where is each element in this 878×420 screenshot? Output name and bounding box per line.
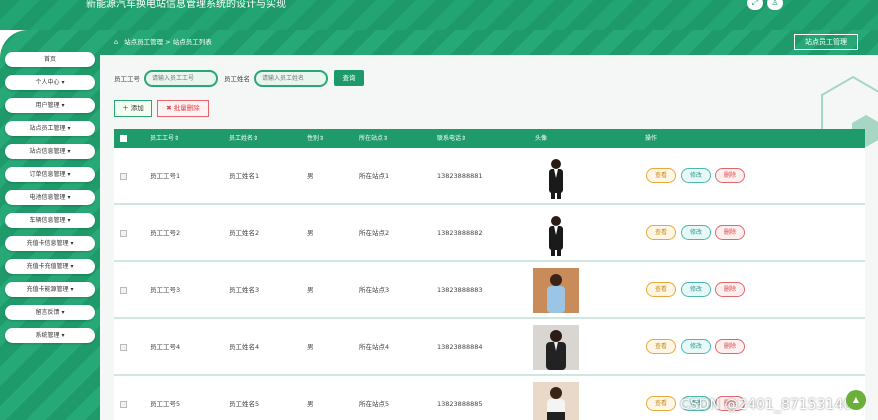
expand-icon[interactable]: ⤢ xyxy=(747,0,763,10)
cell-phone: 13823888884 xyxy=(437,343,483,351)
view-button[interactable]: 查看 xyxy=(646,282,676,297)
cell-staff-name: 员工姓名3 xyxy=(229,286,260,294)
cell-phone: 13823888882 xyxy=(437,229,483,237)
sidebar-item-system-management[interactable]: 系统管理 ▾ xyxy=(5,328,95,343)
header-staff-name[interactable]: 员工姓名⇕ xyxy=(229,129,258,148)
cell-phone: 13823888885 xyxy=(437,400,483,408)
sidebar-item-card-energy-management[interactable]: 充值卡能源管理 ▾ xyxy=(5,282,95,297)
staff-id-input[interactable] xyxy=(144,69,218,87)
delete-button[interactable]: 删除 xyxy=(715,339,745,354)
delete-button[interactable]: 删除 xyxy=(715,168,745,183)
view-button[interactable]: 查看 xyxy=(646,396,676,411)
header-gender[interactable]: 性别⇕ xyxy=(307,129,324,148)
query-button[interactable]: 查询 xyxy=(334,70,364,86)
table-row: 员工工号2 员工姓名2 男 所在站点2 13823888882 查看 修改 删除 xyxy=(114,205,865,262)
cell-staff-id: 员工工号2 xyxy=(150,229,181,237)
batch-delete-button[interactable]: ✖ 批量删除 xyxy=(157,100,209,117)
cell-phone: 13823888881 xyxy=(437,172,483,180)
sidebar-item-staff-management[interactable]: 站点员工管理 ▾ xyxy=(5,121,95,136)
cell-staff-name: 员工姓名5 xyxy=(229,400,260,408)
main-area: ⌂ 站点员工管理 > 站点员工列表 站点员工管理 员工工号 员工姓名 查询 ＋ … xyxy=(100,30,878,420)
row-checkbox[interactable] xyxy=(120,287,127,294)
sidebar-item-feedback[interactable]: 留言反馈 ▾ xyxy=(5,305,95,320)
floating-action-button[interactable]: ▲ xyxy=(846,390,866,410)
row-checkbox[interactable] xyxy=(120,230,127,237)
avatar-photo xyxy=(533,382,579,420)
staff-id-label: 员工工号 xyxy=(114,75,140,83)
delete-button[interactable]: 删除 xyxy=(715,225,745,240)
staff-table: 员工工号⇕ 员工姓名⇕ 性别⇕ 所在站点⇕ 联系电话⇕ 头像 操作 员工工号1 … xyxy=(114,129,865,420)
table-row: 员工工号3 员工姓名3 男 所在站点3 13823888883 查看 修改 删除 xyxy=(114,262,865,319)
breadcrumb: ⌂ 站点员工管理 > 站点员工列表 xyxy=(114,37,212,47)
watermark: CSDN @2401_87153140 xyxy=(680,397,853,413)
sidebar-item-user-management[interactable]: 用户管理 ▾ xyxy=(5,98,95,113)
cell-gender: 男 xyxy=(307,343,314,351)
cell-station: 所在站点4 xyxy=(359,343,390,351)
view-button[interactable]: 查看 xyxy=(646,225,676,240)
cell-staff-name: 员工姓名2 xyxy=(229,229,260,237)
cell-station: 所在站点2 xyxy=(359,229,390,237)
avatar-photo xyxy=(533,268,579,313)
sidebar-item-order-management[interactable]: 订单信息管理 ▾ xyxy=(5,167,95,182)
delete-button[interactable]: 删除 xyxy=(715,282,745,297)
cell-staff-id: 员工工号4 xyxy=(150,343,181,351)
avatar-photo xyxy=(533,211,579,256)
app-title: 新能源汽车换电站信息管理系统的设计与实现 xyxy=(86,0,286,10)
header-phone[interactable]: 联系电话⇕ xyxy=(437,129,466,148)
cell-staff-id: 员工工号1 xyxy=(150,172,181,180)
sidebar-item-personal-center[interactable]: 个人中心 ▾ xyxy=(5,75,95,90)
cell-gender: 男 xyxy=(307,286,314,294)
sidebar: 首页 个人中心 ▾ 用户管理 ▾ 站点员工管理 ▾ 站点信息管理 ▾ 订单信息管… xyxy=(0,52,100,351)
table-row: 员工工号1 员工姓名1 男 所在站点1 13823888881 查看 修改 删除 xyxy=(114,148,865,205)
edit-button[interactable]: 修改 xyxy=(681,225,711,240)
cell-gender: 男 xyxy=(307,172,314,180)
staff-name-input[interactable] xyxy=(254,69,328,87)
cell-phone: 13823888883 xyxy=(437,286,483,294)
cell-staff-name: 员工姓名1 xyxy=(229,172,260,180)
sidebar-item-home[interactable]: 首页 xyxy=(5,52,95,67)
breadcrumb-staff-management[interactable]: 站点员工管理 xyxy=(124,38,163,46)
cell-staff-name: 员工姓名4 xyxy=(229,343,260,351)
sidebar-item-station-management[interactable]: 站点信息管理 ▾ xyxy=(5,144,95,159)
cell-station: 所在站点5 xyxy=(359,400,390,408)
row-checkbox[interactable] xyxy=(120,173,127,180)
breadcrumb-staff-list: 站点员工列表 xyxy=(172,38,212,46)
search-bar: 员工工号 员工姓名 查询 xyxy=(114,69,364,87)
sidebar-item-card-recharge-management[interactable]: 充值卡充值管理 ▾ xyxy=(5,259,95,274)
add-button[interactable]: ＋ 添加 xyxy=(114,100,152,117)
view-button[interactable]: 查看 xyxy=(646,339,676,354)
cell-gender: 男 xyxy=(307,400,314,408)
page-title-button[interactable]: 站点员工管理 xyxy=(794,34,858,50)
avatar-photo xyxy=(533,325,579,370)
table-row: 员工工号4 员工姓名4 男 所在站点4 13823888884 查看 修改 删除 xyxy=(114,319,865,376)
cell-station: 所在站点3 xyxy=(359,286,390,294)
user-icon[interactable]: ♙ xyxy=(767,0,783,10)
sidebar-item-vehicle-management[interactable]: 车辆信息管理 ▾ xyxy=(5,213,95,228)
cell-station: 所在站点1 xyxy=(359,172,390,180)
row-checkbox[interactable] xyxy=(120,401,127,408)
cell-staff-id: 员工工号3 xyxy=(150,286,181,294)
avatar-photo xyxy=(533,154,579,199)
home-icon[interactable]: ⌂ xyxy=(114,37,122,47)
edit-button[interactable]: 修改 xyxy=(681,282,711,297)
header-staff-id[interactable]: 员工工号⇕ xyxy=(150,129,179,148)
row-checkbox[interactable] xyxy=(120,344,127,351)
edit-button[interactable]: 修改 xyxy=(681,168,711,183)
edit-button[interactable]: 修改 xyxy=(681,339,711,354)
breadcrumb-separator: > xyxy=(165,38,171,46)
top-bar: 新能源汽车换电站信息管理系统的设计与实现 ⤢ ♙ xyxy=(0,0,878,30)
cell-gender: 男 xyxy=(307,229,314,237)
header-operations: 操作 xyxy=(645,135,658,142)
sidebar-item-card-info-management[interactable]: 充值卡信息管理 ▾ xyxy=(5,236,95,251)
table-header: 员工工号⇕ 员工姓名⇕ 性别⇕ 所在站点⇕ 联系电话⇕ 头像 操作 xyxy=(114,129,865,148)
cell-staff-id: 员工工号5 xyxy=(150,400,181,408)
select-all-checkbox[interactable] xyxy=(120,135,127,142)
sidebar-item-battery-management[interactable]: 电池信息管理 ▾ xyxy=(5,190,95,205)
staff-name-label: 员工姓名 xyxy=(224,75,250,83)
header-avatar: 头像 xyxy=(535,135,548,142)
header-station[interactable]: 所在站点⇕ xyxy=(359,129,388,148)
view-button[interactable]: 查看 xyxy=(646,168,676,183)
content-panel: 员工工号 员工姓名 查询 ＋ 添加 ✖ 批量删除 员工工号⇕ 员工姓名⇕ 性别⇕… xyxy=(100,55,878,420)
